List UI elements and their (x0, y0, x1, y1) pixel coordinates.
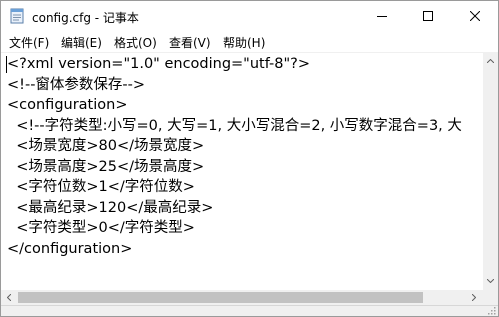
horizontal-scrollbar[interactable] (1, 290, 483, 305)
minimize-icon (377, 16, 387, 17)
editor-line: <!--字符类型:小写=0, 大写=1, 大小写混合=2, 小写数字混合=3, … (7, 118, 462, 134)
window-title: config.cfg - 记事本 (32, 11, 139, 25)
editor-line: <字符位数>1</字符位数> (7, 179, 195, 195)
status-bar (1, 305, 498, 316)
scroll-down-button[interactable] (483, 273, 498, 290)
chevron-right-icon (472, 294, 476, 301)
vertical-scrollbar[interactable] (483, 53, 498, 290)
editor-line: <!--窗体参数保存--> (7, 77, 146, 93)
scroll-right-button[interactable] (466, 290, 483, 305)
scrollbar-corner (483, 290, 498, 305)
menu-bar: 文件(F) 编辑(E) 格式(O) 查看(V) 帮助(H) (1, 32, 498, 52)
resize-grip-icon[interactable] (487, 306, 496, 315)
title-bar[interactable]: config.cfg - 记事本 (1, 1, 498, 32)
scroll-up-button[interactable] (483, 53, 498, 70)
menu-edit[interactable]: 编辑(E) (60, 34, 103, 51)
chevron-up-icon (487, 59, 494, 63)
close-icon (470, 11, 480, 21)
text-editor[interactable]: <?xml version="1.0" encoding="utf-8"?> <… (1, 53, 483, 290)
minimize-button[interactable] (359, 1, 405, 32)
notepad-window: config.cfg - 记事本 文件(F) 编辑(E) 格式(O) 查看(V)… (0, 0, 499, 317)
editor-line: <configuration> (7, 97, 128, 113)
menu-format[interactable]: 格式(O) (113, 34, 158, 51)
maximize-icon (423, 11, 433, 21)
close-button[interactable] (452, 1, 498, 32)
maximize-button[interactable] (405, 1, 451, 32)
scroll-left-button[interactable] (1, 290, 18, 305)
horizontal-scroll-thumb[interactable] (18, 292, 423, 303)
editor-line: <最高纪录>120</最高纪录> (7, 200, 214, 216)
menu-help[interactable]: 帮助(H) (222, 34, 266, 51)
editor-line: <场景宽度>80</场景宽度> (7, 138, 205, 154)
editor-line: <场景高度>25</场景高度> (7, 159, 205, 175)
menu-view[interactable]: 查看(V) (168, 34, 212, 51)
editor-line: <字符类型>0</字符类型> (7, 220, 195, 236)
editor-line: </configuration> (7, 241, 133, 257)
notepad-icon (10, 8, 24, 24)
chevron-down-icon (487, 279, 494, 283)
chevron-left-icon (7, 294, 11, 301)
menu-file[interactable]: 文件(F) (8, 34, 50, 51)
editor-line: <?xml version="1.0" encoding="utf-8"?> (7, 56, 311, 72)
